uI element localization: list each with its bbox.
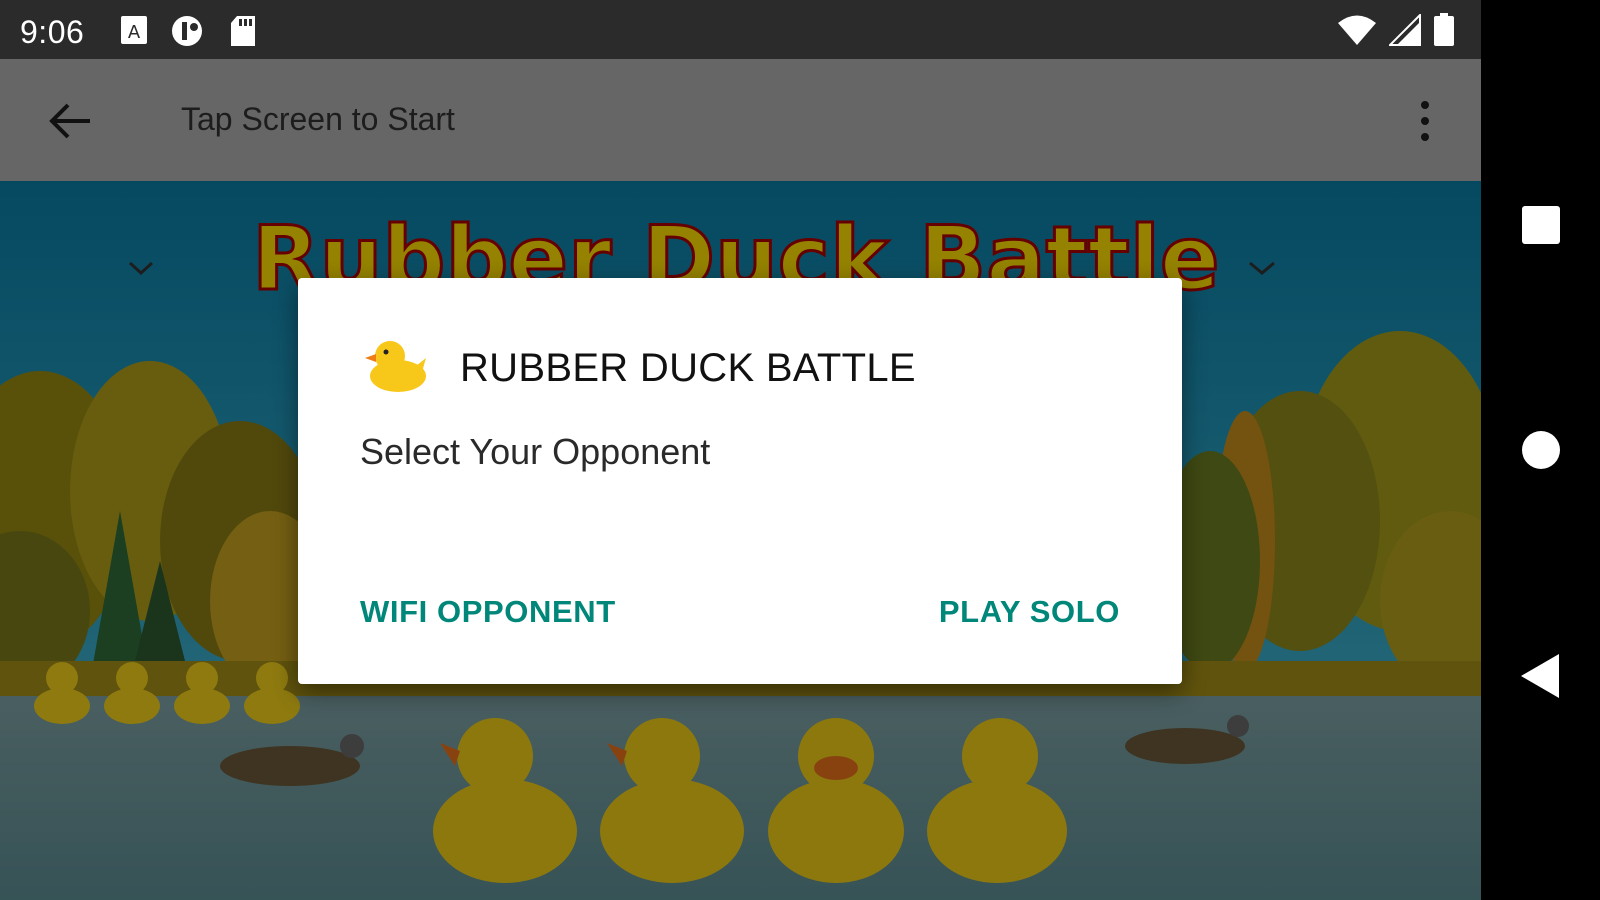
opponent-dialog: RUBBER DUCK BATTLE Select Your Opponent … xyxy=(298,278,1182,684)
wifi-opponent-button[interactable]: WIFI OPPONENT xyxy=(360,594,616,630)
overflow-menu-button[interactable] xyxy=(1410,97,1440,145)
app-bar: Tap Screen to Start xyxy=(0,59,1481,181)
svg-text:A: A xyxy=(128,22,141,43)
notification-badge-icon xyxy=(171,15,207,52)
cell-signal-icon xyxy=(1387,12,1421,51)
rubber-duck-icon xyxy=(364,336,430,394)
back-triangle-icon xyxy=(1505,654,1577,716)
status-time: 9:06 xyxy=(20,14,85,50)
text-a-icon: A xyxy=(120,15,148,50)
back-button[interactable] xyxy=(44,95,96,147)
status-bar: 9:06 A xyxy=(0,0,1481,59)
home-circle-icon xyxy=(1505,431,1577,490)
recents-square-icon xyxy=(1505,206,1577,265)
dialog-message: Select Your Opponent xyxy=(360,431,711,472)
app-title: Tap Screen to Start xyxy=(181,101,455,137)
home-button[interactable] xyxy=(1505,414,1577,486)
arrow-back-icon xyxy=(44,103,96,151)
dialog-title: RUBBER DUCK BATTLE xyxy=(460,346,916,390)
system-navigation-bar xyxy=(1481,0,1600,900)
play-solo-button[interactable]: PLAY SOLO xyxy=(939,594,1120,630)
more-vert-icon xyxy=(1410,101,1440,149)
sd-card-icon xyxy=(229,15,257,52)
nav-back-button[interactable] xyxy=(1505,640,1577,712)
wifi-icon xyxy=(1337,14,1377,51)
recents-button[interactable] xyxy=(1505,189,1577,261)
battery-icon xyxy=(1433,13,1455,52)
